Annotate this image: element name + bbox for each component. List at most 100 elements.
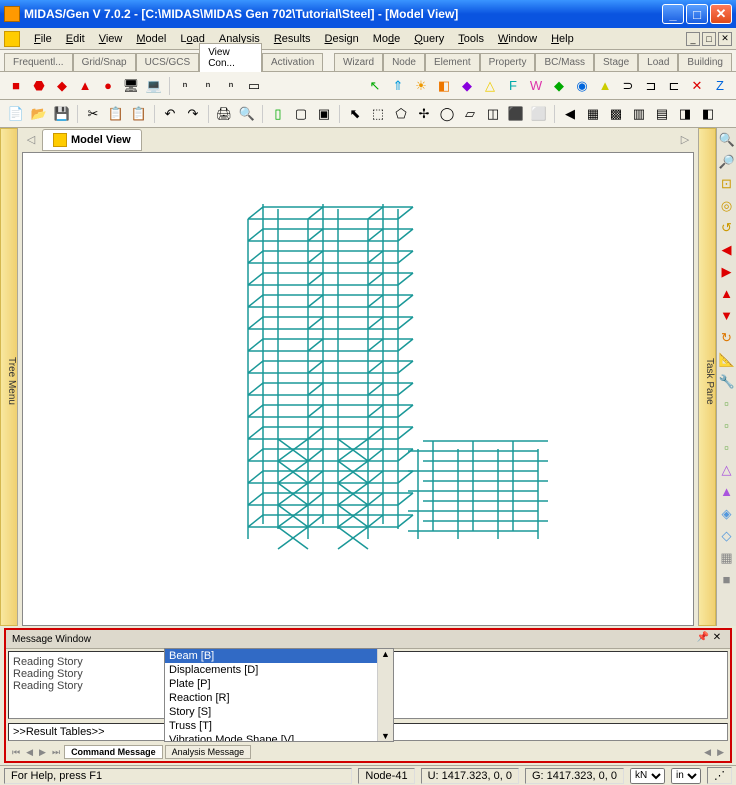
icon-n1[interactable]: ⁿ [175, 76, 195, 96]
render-wire-icon[interactable]: △ [719, 462, 735, 478]
tab-property[interactable]: Property [480, 53, 536, 71]
icon-red-tri[interactable]: ▲ [75, 76, 95, 96]
minimize-button[interactable]: _ [662, 4, 684, 24]
dropdown-option[interactable]: Story [S] [165, 705, 393, 719]
sel-a[interactable]: ▦ [583, 104, 603, 124]
sel-2[interactable]: ▢ [291, 104, 311, 124]
tab-analysis-message[interactable]: Analysis Message [165, 745, 252, 759]
model-canvas[interactable] [22, 152, 694, 626]
zoom-in-icon[interactable]: 🔍 [719, 132, 735, 148]
persp-icon[interactable]: ▦ [719, 550, 735, 566]
zoom-prev-icon[interactable]: ↺ [719, 220, 735, 236]
menu-mode[interactable]: Mode [367, 31, 407, 47]
msg-scroll-right[interactable]: ▶ [715, 747, 726, 758]
unit-force-select[interactable]: kN [630, 768, 665, 784]
icon-yellow-tri[interactable]: △ [480, 76, 500, 96]
icon-h-icon[interactable]: ▭ [244, 76, 264, 96]
doc-prev[interactable]: ◁ [24, 133, 38, 147]
tab-node[interactable]: Node [383, 53, 425, 71]
sel-d[interactable]: ▤ [652, 104, 672, 124]
icon-red-square[interactable]: ■ [6, 76, 26, 96]
menu-window[interactable]: Window [492, 31, 543, 47]
icon-pink-w[interactable]: W [526, 76, 546, 96]
pan-left-icon[interactable]: ◀ [719, 242, 735, 258]
dropdown-option[interactable]: Reaction [R] [165, 691, 393, 705]
save-icon[interactable]: 💾 [52, 104, 72, 124]
zoom-win-icon[interactable]: ◎ [719, 198, 735, 214]
pin-icon[interactable]: 📌 [696, 632, 710, 646]
icon-screen[interactable]: 💻 [144, 76, 164, 96]
iso-2-icon[interactable]: ▫ [719, 418, 735, 434]
pan-down-icon[interactable]: ▼ [719, 308, 735, 324]
icon-brace2[interactable]: ⊐ [641, 76, 661, 96]
dropdown-scrollbar[interactable] [377, 649, 393, 741]
shrink-icon[interactable]: ◇ [719, 528, 735, 544]
menu-help[interactable]: Help [545, 31, 580, 47]
sel-circ[interactable]: ◯ [437, 104, 457, 124]
iso-1-icon[interactable]: ▫ [719, 396, 735, 412]
menu-view[interactable]: View [93, 31, 129, 47]
dropdown-option[interactable]: Truss [T] [165, 719, 393, 733]
sel-c[interactable]: ▥ [629, 104, 649, 124]
tab-stage[interactable]: Stage [594, 53, 638, 71]
solid-icon[interactable]: ■ [719, 572, 735, 588]
tool-icon[interactable]: 🔧 [719, 374, 735, 390]
msg-scroll-left[interactable]: ◀ [702, 747, 713, 758]
unit-length-select[interactable]: in [671, 768, 701, 784]
msg-tab-last[interactable]: ⏭ [50, 747, 62, 758]
sel-arrow[interactable]: ⬉ [345, 104, 365, 124]
paste-icon[interactable]: 📋 [129, 104, 149, 124]
new-icon[interactable]: 📄 [6, 104, 26, 124]
iso-3-icon[interactable]: ▫ [719, 440, 735, 456]
undo-icon[interactable]: ↶ [160, 104, 180, 124]
icon-red-diamond[interactable]: ◆ [52, 76, 72, 96]
close-button[interactable]: ✕ [710, 4, 732, 24]
tab-command-message[interactable]: Command Message [64, 745, 163, 759]
open-icon[interactable]: 📂 [29, 104, 49, 124]
sel-f[interactable]: ◧ [698, 104, 718, 124]
copy-icon[interactable]: 📋 [106, 104, 126, 124]
zoom-out-icon[interactable]: 🔎 [719, 154, 735, 170]
sel-e[interactable]: ◨ [675, 104, 695, 124]
maximize-button[interactable]: □ [686, 4, 708, 24]
icon-green-d[interactable]: ◆ [549, 76, 569, 96]
icon-red-hex[interactable]: ⬣ [29, 76, 49, 96]
sel-prev[interactable]: ◀ [560, 104, 580, 124]
angle-icon[interactable]: 📐 [719, 352, 735, 368]
tab-element[interactable]: Element [425, 53, 480, 71]
dropdown-option[interactable]: Displacements [D] [165, 663, 393, 677]
icon-purple[interactable]: ◆ [457, 76, 477, 96]
sel-1[interactable]: ▯ [268, 104, 288, 124]
zoom-fit-icon[interactable]: ⊡ [719, 176, 735, 192]
print-icon[interactable]: 🖨 [214, 104, 234, 124]
tab-viewcontrol[interactable]: View Con... [199, 43, 262, 72]
sel-plane[interactable]: ▱ [460, 104, 480, 124]
msg-tab-first[interactable]: ⏮ [10, 747, 22, 758]
menu-file[interactable]: File [28, 31, 58, 47]
tree-menu-panel[interactable]: Tree Menu [0, 128, 18, 626]
menu-edit[interactable]: Edit [60, 31, 91, 47]
msg-tab-prev[interactable]: ◀ [24, 747, 35, 758]
sel-poly[interactable]: ⬠ [391, 104, 411, 124]
tab-frequent[interactable]: Frequentl... [4, 53, 73, 71]
pan-up-icon[interactable]: ▲ [719, 286, 735, 302]
tab-activation[interactable]: Activation [262, 53, 323, 71]
icon-orange-sq[interactable]: ◧ [434, 76, 454, 96]
render-shade-icon[interactable]: ◈ [719, 506, 735, 522]
msg-tab-next[interactable]: ▶ [37, 747, 48, 758]
icon-n3[interactable]: ⁿ [221, 76, 241, 96]
dropdown-option[interactable]: Vibration Mode Shape [V] [165, 733, 393, 741]
menu-results[interactable]: Results [268, 31, 317, 47]
sel-vol[interactable]: ◫ [483, 104, 503, 124]
sel-all[interactable]: ⬛ [506, 104, 526, 124]
render-hidden-icon[interactable]: ▲ [719, 484, 735, 500]
icon-arrow-n[interactable]: ⇑ [388, 76, 408, 96]
doc-next[interactable]: ▷ [678, 133, 692, 147]
preview-icon[interactable]: 🔍 [237, 104, 257, 124]
sel-3[interactable]: ▣ [314, 104, 334, 124]
mdi-max[interactable]: □ [702, 32, 716, 46]
mdi-min[interactable]: _ [686, 32, 700, 46]
icon-teal-f[interactable]: F [503, 76, 523, 96]
tab-gridsnap[interactable]: Grid/Snap [73, 53, 136, 71]
menu-query[interactable]: Query [408, 31, 450, 47]
